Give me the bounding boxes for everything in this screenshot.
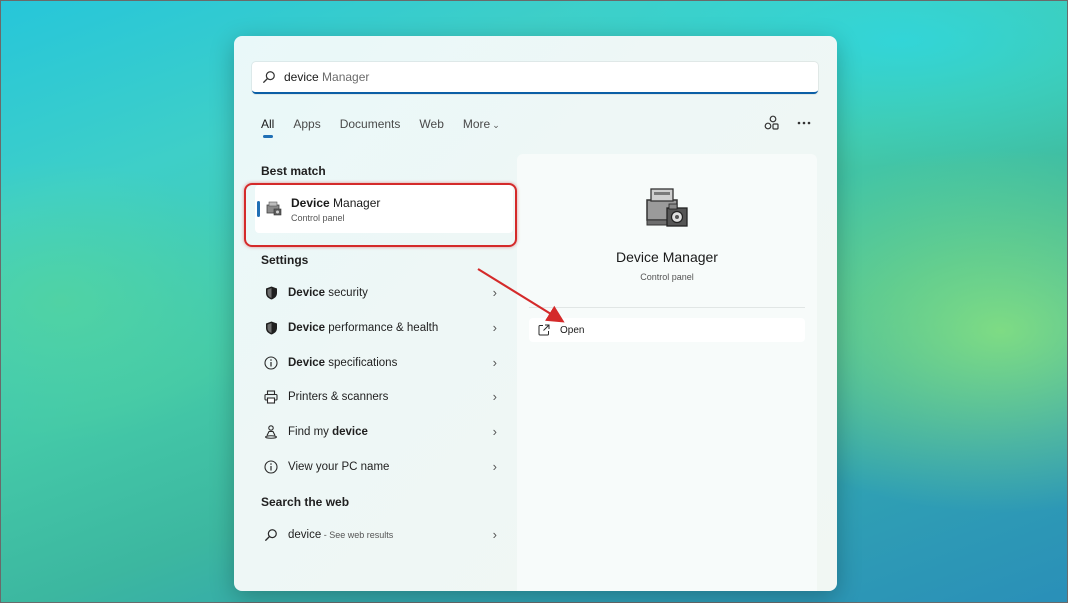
search-input[interactable]: device Manager (252, 62, 818, 94)
best-match-title: Device Manager (291, 195, 381, 210)
ellipsis-icon (797, 121, 811, 125)
shield-icon (264, 286, 278, 300)
open-button[interactable]: Open (529, 318, 805, 342)
tab-more[interactable]: More ⌄ (463, 117, 500, 131)
web-result-label: device - See web results (288, 528, 394, 541)
open-label: Open (560, 324, 585, 336)
tab-web[interactable]: Web (419, 117, 443, 131)
setting-label: Device security (288, 286, 368, 299)
chevron-down-icon: ⌄ (492, 120, 500, 130)
chevron-right-icon: › (492, 355, 497, 370)
tab-documents[interactable]: Documents (340, 117, 401, 131)
setting-label: Device specifications (288, 356, 398, 369)
search-query: device Manager (284, 70, 370, 84)
chevron-right-icon: › (492, 320, 497, 335)
device-manager-icon (646, 188, 688, 227)
best-match-text: Device Manager Control panel (291, 196, 380, 223)
open-external-icon (538, 324, 550, 336)
setting-label: Find my device (288, 425, 368, 438)
search-icon (264, 528, 278, 542)
setting-view-pc-name[interactable]: View your PC name › (255, 450, 513, 483)
info-icon (264, 355, 278, 370)
web-search-result[interactable]: device - See web results › (255, 518, 513, 551)
tab-all[interactable]: All (261, 117, 274, 138)
divider (529, 307, 805, 308)
account-switch-button[interactable] (763, 115, 779, 131)
device-manager-icon (266, 201, 282, 216)
setting-printers-scanners[interactable]: Printers & scanners › (255, 380, 513, 413)
setting-label: Printers & scanners (288, 390, 389, 403)
preview-subtitle: Control panel (640, 272, 694, 282)
best-match-result[interactable]: Device Manager Control panel (255, 185, 513, 233)
chevron-right-icon: › (492, 285, 497, 300)
preview-title: Device Manager (616, 249, 718, 265)
setting-device-performance-health[interactable]: Device performance & health › (255, 311, 513, 344)
chevron-right-icon: › (492, 527, 497, 542)
best-match-heading: Best match (261, 164, 326, 178)
info-icon (264, 459, 278, 474)
setting-device-security[interactable]: Device security › (255, 276, 513, 309)
start-search-panel: device Manager All Apps Documents Web Mo… (234, 36, 837, 591)
best-match-subtitle: Control panel (291, 212, 345, 223)
top-actions (763, 115, 811, 131)
tab-more-label: More (462, 117, 491, 131)
setting-find-my-device[interactable]: Find my device › (255, 415, 513, 448)
search-web-heading: Search the web (261, 495, 350, 509)
chevron-right-icon: › (492, 424, 497, 439)
more-options-button[interactable] (797, 116, 811, 130)
setting-label: Device performance & health (288, 321, 439, 334)
search-icon (263, 71, 275, 83)
printer-icon (264, 389, 278, 404)
share-network-icon (764, 115, 779, 130)
tab-apps[interactable]: Apps (293, 117, 320, 131)
chevron-right-icon: › (492, 459, 497, 474)
person-location-icon (264, 424, 278, 439)
chevron-right-icon: › (492, 389, 497, 404)
preview-pane: Device Manager Control panel Open (517, 154, 817, 591)
filter-tabs: All Apps Documents Web More ⌄ (261, 117, 519, 138)
settings-heading: Settings (261, 253, 309, 267)
setting-device-specifications[interactable]: Device specifications › (255, 346, 513, 379)
setting-label: View your PC name (288, 460, 390, 473)
shield-icon (264, 321, 278, 335)
selection-indicator (257, 201, 260, 217)
